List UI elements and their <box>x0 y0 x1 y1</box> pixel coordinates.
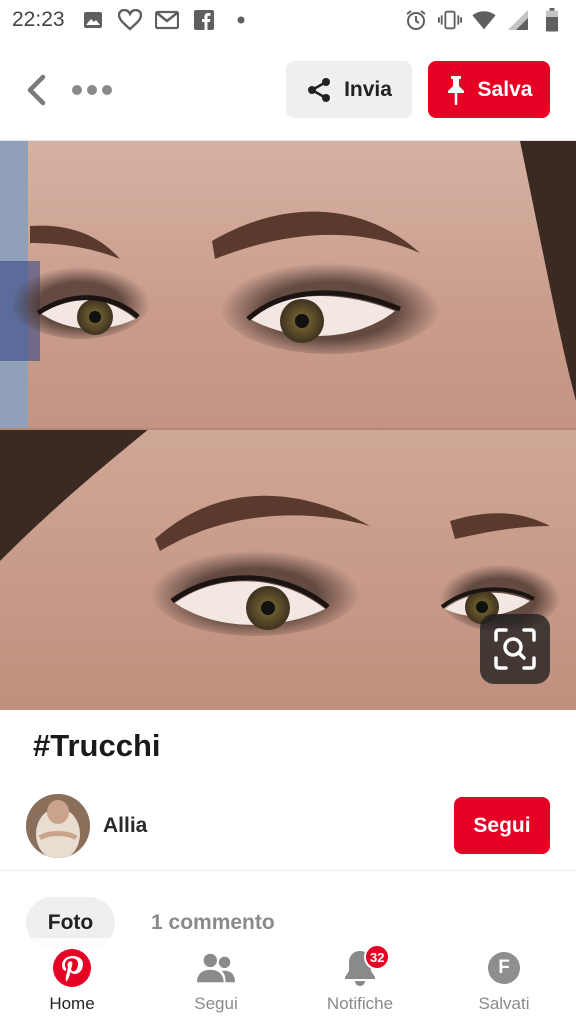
bell-icon: 32 <box>340 944 391 988</box>
avatar-photo <box>26 794 90 858</box>
heart-outline-icon <box>117 8 142 32</box>
status-time: 22:23 <box>12 8 65 31</box>
author-name[interactable]: Allia <box>103 814 147 838</box>
author-row: Allia Segui <box>0 790 576 862</box>
divider <box>0 870 576 871</box>
pin-image[interactable] <box>0 141 576 710</box>
notification-icons <box>81 8 253 32</box>
save-button[interactable]: Salva <box>428 61 550 118</box>
pinterest-logo-icon <box>52 948 92 988</box>
back-button[interactable] <box>20 70 52 110</box>
more-dot-icon <box>87 85 97 95</box>
nav-saved-label: Salvati <box>478 994 530 1013</box>
more-options-button[interactable] <box>72 77 112 103</box>
profile-initial: F <box>488 952 520 984</box>
nav-following[interactable]: Segui <box>144 938 288 1024</box>
more-dot-icon <box>72 85 82 95</box>
pin-toolbar: Invia Salva <box>0 52 576 128</box>
share-button[interactable]: Invia <box>286 61 412 118</box>
nav-home-label: Home <box>49 994 95 1013</box>
profile-avatar-icon: F <box>484 948 524 988</box>
dot-icon <box>229 8 253 32</box>
system-icons <box>404 8 564 32</box>
nav-notifications[interactable]: 32 Notifiche <box>288 938 432 1024</box>
battery-icon <box>540 8 564 32</box>
vibrate-icon <box>438 8 462 32</box>
nav-home[interactable]: Home <box>0 938 144 1024</box>
signal-icon <box>506 8 530 32</box>
save-label: Salva <box>477 77 533 101</box>
bottom-nav: Home Segui 32 Notifiche F Salvati <box>0 938 576 1024</box>
share-icon <box>308 77 331 102</box>
gmail-icon <box>154 8 179 32</box>
pushpin-icon <box>447 75 464 105</box>
more-dot-icon <box>102 85 112 95</box>
people-icon <box>196 948 236 988</box>
tab-comments[interactable]: 1 commento <box>151 911 275 935</box>
follow-button[interactable]: Segui <box>454 797 550 854</box>
notification-badge: 32 <box>364 944 391 970</box>
visual-search-icon <box>494 628 536 670</box>
avatar[interactable] <box>26 794 90 858</box>
share-label: Invia <box>344 77 392 101</box>
alarm-icon <box>404 8 428 32</box>
chevron-left-icon <box>27 74 46 106</box>
facebook-icon <box>192 8 216 32</box>
visual-search-button[interactable] <box>480 614 550 684</box>
nav-notifications-label: Notifiche <box>326 994 394 1013</box>
nav-following-label: Segui <box>194 994 238 1013</box>
gallery-icon <box>81 8 105 32</box>
status-bar: 22:23 <box>0 0 576 40</box>
pin-title: #Trucchi <box>33 728 161 763</box>
nav-saved[interactable]: F Salvati <box>432 938 576 1024</box>
wifi-icon <box>472 8 496 32</box>
